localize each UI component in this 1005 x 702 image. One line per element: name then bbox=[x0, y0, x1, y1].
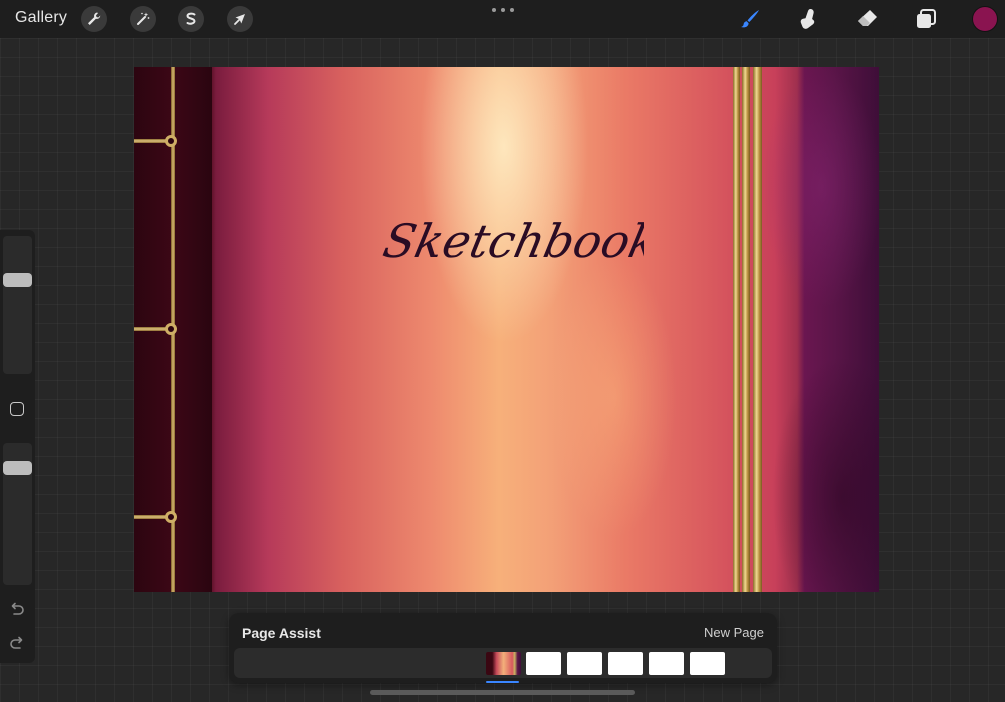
undo-icon[interactable] bbox=[8, 600, 26, 618]
wrench-icon bbox=[88, 12, 101, 25]
page-thumbnail-current[interactable] bbox=[486, 652, 521, 675]
gold-foil-stripe bbox=[733, 67, 740, 592]
modify-square-icon[interactable] bbox=[10, 402, 24, 416]
opacity-handle[interactable] bbox=[3, 461, 32, 475]
more-options-icon[interactable] bbox=[492, 4, 514, 16]
layers-icon bbox=[917, 9, 936, 28]
binding-stitch bbox=[134, 139, 168, 143]
page-thumbnail[interactable] bbox=[526, 652, 561, 675]
arrow-cursor-icon bbox=[234, 14, 245, 25]
binding-ring bbox=[165, 511, 177, 523]
smudge-tool-button[interactable] bbox=[795, 6, 821, 32]
eraser-tool-button[interactable] bbox=[854, 6, 880, 32]
page-thumbnail[interactable] bbox=[567, 652, 602, 675]
current-page-indicator bbox=[486, 681, 519, 683]
brush-tool-button[interactable] bbox=[737, 6, 763, 32]
page-assist-panel: Page Assist New Page bbox=[229, 613, 777, 683]
gallery-button[interactable]: Gallery bbox=[15, 9, 67, 27]
layers-button[interactable] bbox=[913, 6, 939, 32]
gold-foil-stripe bbox=[742, 67, 750, 592]
left-sidebar bbox=[0, 230, 35, 663]
watercolor-shade bbox=[762, 67, 879, 592]
binding-stitch bbox=[134, 515, 168, 519]
color-picker-button[interactable] bbox=[973, 7, 997, 31]
magic-wand-icon bbox=[137, 12, 150, 25]
binding-ring bbox=[165, 135, 177, 147]
smudge-finger-icon bbox=[800, 8, 815, 29]
binding-stitch bbox=[134, 327, 168, 331]
brush-size-slider[interactable] bbox=[3, 236, 32, 374]
sketchbook-script: Sketchbook bbox=[379, 214, 663, 267]
transform-button[interactable] bbox=[227, 6, 253, 32]
procreate-app: Gallery Sketchbook Page Assist New Page bbox=[0, 0, 1005, 702]
page-thumbnail-strip[interactable] bbox=[234, 648, 772, 678]
brush-size-handle[interactable] bbox=[3, 273, 32, 287]
binding-ring bbox=[165, 323, 177, 335]
title-text: Sketchbook bbox=[379, 214, 644, 267]
page-thumbnail[interactable] bbox=[690, 652, 725, 675]
adjustments-button[interactable] bbox=[130, 6, 156, 32]
selection-button[interactable] bbox=[178, 6, 204, 32]
selection-s-icon bbox=[186, 12, 196, 25]
brush-icon bbox=[741, 10, 759, 28]
page-thumbnail[interactable] bbox=[649, 652, 684, 675]
page-assist-title: Page Assist bbox=[242, 625, 321, 641]
sketchbook-title-lettering: Sketchbook bbox=[374, 195, 663, 285]
page-thumbnail[interactable] bbox=[608, 652, 643, 675]
top-toolbar: Gallery bbox=[0, 0, 1005, 38]
eraser-icon bbox=[858, 10, 877, 26]
drawing-canvas[interactable]: Sketchbook bbox=[134, 67, 879, 592]
actions-button[interactable] bbox=[81, 6, 107, 32]
gold-foil-stripe bbox=[753, 67, 762, 592]
redo-icon[interactable] bbox=[8, 634, 26, 652]
new-page-button[interactable]: New Page bbox=[704, 625, 764, 640]
home-indicator-bar[interactable] bbox=[370, 690, 635, 695]
